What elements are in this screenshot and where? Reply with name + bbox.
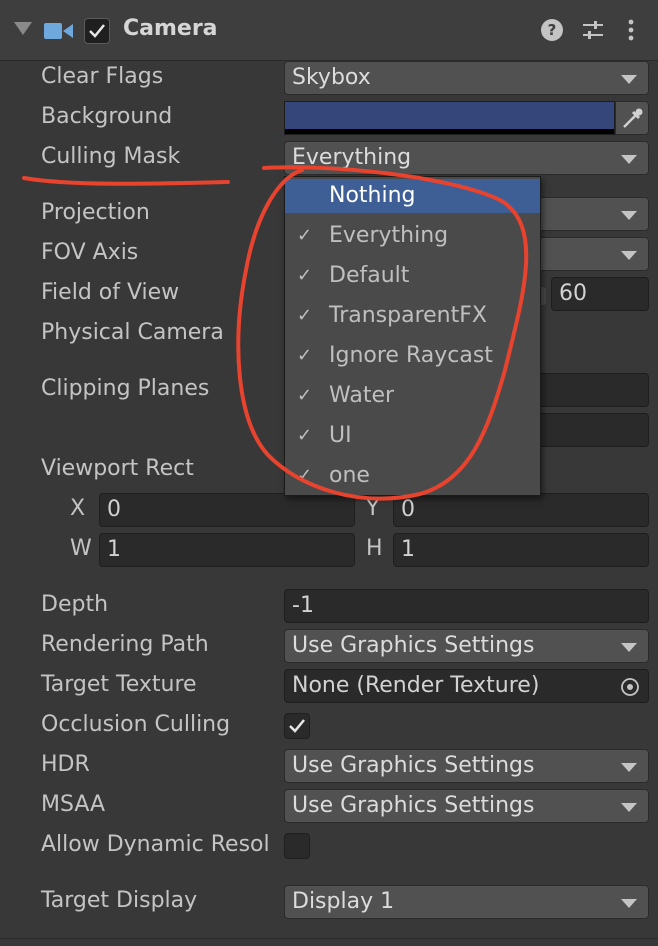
popup-item-label: Ignore Raycast bbox=[329, 343, 493, 368]
panel-divider bbox=[0, 938, 658, 939]
more-options-icon[interactable] bbox=[624, 18, 638, 42]
target-display-label: Target Display bbox=[41, 888, 198, 913]
field-of-view-label: Field of View bbox=[41, 280, 180, 305]
dropdown-arrow-icon bbox=[621, 763, 637, 772]
rendering-path-dropdown[interactable]: Use Graphics Settings bbox=[284, 629, 649, 663]
occlusion-culling-checkbox[interactable] bbox=[284, 713, 310, 739]
viewport-w-input[interactable]: 1 bbox=[99, 533, 355, 567]
svg-text:?: ? bbox=[548, 21, 557, 39]
alpha-bar bbox=[285, 129, 614, 134]
eyedropper-button[interactable] bbox=[615, 101, 649, 135]
allow-dynamic-resolution-label: Allow Dynamic Resol bbox=[41, 832, 270, 857]
background-color-swatch[interactable] bbox=[284, 101, 615, 135]
rendering-path-value: Use Graphics Settings bbox=[292, 633, 535, 658]
field-of-view-input[interactable]: 60 bbox=[551, 277, 649, 311]
dropdown-arrow-icon bbox=[621, 643, 637, 652]
msaa-dropdown[interactable]: Use Graphics Settings bbox=[284, 789, 649, 823]
projection-label: Projection bbox=[41, 200, 150, 225]
culling-mask-value: Everything bbox=[292, 145, 412, 170]
viewport-h-label: H bbox=[366, 536, 383, 561]
viewport-rect-label: Viewport Rect bbox=[41, 456, 194, 481]
clear-flags-value: Skybox bbox=[292, 65, 371, 90]
help-icon[interactable]: ? bbox=[540, 18, 564, 42]
component-title: Camera bbox=[123, 16, 218, 41]
allow-dynamic-resolution-checkbox[interactable] bbox=[284, 833, 310, 859]
msaa-value: Use Graphics Settings bbox=[292, 793, 535, 818]
background-label: Background bbox=[41, 104, 173, 129]
camera-icon bbox=[44, 23, 73, 39]
checkmark-icon bbox=[89, 24, 105, 38]
target-texture-label: Target Texture bbox=[41, 672, 197, 697]
rendering-path-label: Rendering Path bbox=[41, 632, 209, 657]
depth-label: Depth bbox=[41, 592, 109, 617]
physical-camera-label: Physical Camera bbox=[41, 320, 224, 345]
foldout-arrow-icon[interactable] bbox=[14, 22, 32, 35]
presets-icon[interactable] bbox=[581, 18, 605, 42]
popup-item-label: one bbox=[329, 463, 370, 488]
target-texture-field[interactable]: None (Render Texture) bbox=[284, 669, 649, 703]
popup-item-label: Nothing bbox=[329, 183, 416, 208]
checkmark-icon bbox=[289, 719, 305, 733]
msaa-label: MSAA bbox=[41, 792, 106, 817]
popup-item-water[interactable]: ✓ Water bbox=[285, 379, 540, 413]
depth-input[interactable]: -1 bbox=[284, 589, 649, 623]
hdr-dropdown[interactable]: Use Graphics Settings bbox=[284, 749, 649, 783]
eyedropper-icon bbox=[623, 108, 643, 128]
popup-item-one[interactable]: ✓ one bbox=[285, 459, 540, 493]
culling-mask-popup: Nothing ✓ Everything ✓ Default ✓ Transpa… bbox=[284, 176, 541, 496]
hdr-label: HDR bbox=[41, 752, 90, 777]
clear-flags-dropdown[interactable]: Skybox bbox=[284, 61, 649, 95]
clipping-planes-label: Clipping Planes bbox=[41, 376, 210, 401]
popup-item-label: TransparentFX bbox=[329, 303, 487, 328]
culling-mask-label: Culling Mask bbox=[41, 144, 181, 169]
target-texture-value: None (Render Texture) bbox=[292, 673, 540, 698]
popup-item-label: UI bbox=[329, 423, 352, 448]
culling-mask-dropdown[interactable]: Everything bbox=[284, 141, 649, 175]
popup-item-ui[interactable]: ✓ UI bbox=[285, 419, 540, 453]
dropdown-arrow-icon bbox=[621, 803, 637, 812]
check-icon: ✓ bbox=[297, 305, 313, 326]
dropdown-arrow-icon bbox=[621, 75, 637, 84]
viewport-x-input[interactable]: 0 bbox=[99, 493, 355, 527]
dropdown-arrow-icon bbox=[621, 251, 637, 260]
popup-item-label: Water bbox=[329, 383, 395, 408]
popup-item-everything[interactable]: ✓ Everything bbox=[285, 219, 540, 253]
target-display-dropdown[interactable]: Display 1 bbox=[284, 885, 649, 919]
occlusion-culling-label: Occlusion Culling bbox=[41, 712, 231, 737]
dropdown-arrow-icon bbox=[621, 899, 637, 908]
viewport-h-input[interactable]: 1 bbox=[393, 533, 649, 567]
component-enabled-checkbox[interactable] bbox=[84, 18, 110, 44]
component-header: Camera ? bbox=[0, 0, 658, 61]
check-icon: ✓ bbox=[297, 265, 313, 286]
popup-item-default[interactable]: ✓ Default bbox=[285, 259, 540, 293]
check-icon: ✓ bbox=[297, 345, 313, 366]
dropdown-arrow-icon bbox=[621, 155, 637, 164]
check-icon: ✓ bbox=[297, 425, 313, 446]
clear-flags-label: Clear Flags bbox=[41, 64, 164, 89]
popup-item-ignore-raycast[interactable]: ✓ Ignore Raycast bbox=[285, 339, 540, 373]
hdr-value: Use Graphics Settings bbox=[292, 753, 535, 778]
viewport-y-input[interactable]: 0 bbox=[393, 493, 649, 527]
popup-item-label: Default bbox=[329, 263, 410, 288]
viewport-y-label: Y bbox=[366, 496, 380, 521]
popup-item-nothing[interactable]: Nothing bbox=[285, 179, 540, 213]
fov-axis-label: FOV Axis bbox=[41, 240, 139, 265]
dropdown-arrow-icon bbox=[621, 211, 637, 220]
underline-annotation bbox=[22, 176, 230, 186]
check-icon: ✓ bbox=[297, 465, 313, 486]
popup-item-transparentfx[interactable]: ✓ TransparentFX bbox=[285, 299, 540, 333]
viewport-x-label: X bbox=[70, 496, 86, 521]
popup-item-label: Everything bbox=[329, 223, 449, 248]
target-display-value: Display 1 bbox=[292, 889, 395, 914]
viewport-w-label: W bbox=[70, 536, 92, 561]
check-icon: ✓ bbox=[297, 385, 313, 406]
check-icon: ✓ bbox=[297, 225, 313, 246]
object-picker-icon[interactable] bbox=[620, 677, 640, 697]
